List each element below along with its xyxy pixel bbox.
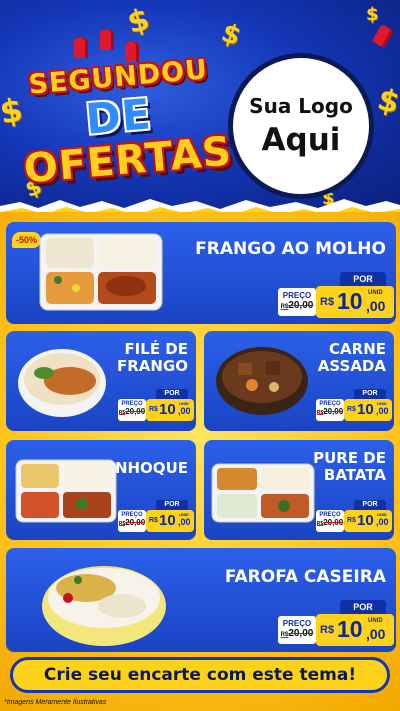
product-name-line: FRANGO AO MOLHO xyxy=(195,239,386,259)
bowl-chicken-fillet-icon xyxy=(18,349,106,417)
product-card-farofa-caseira[interactable]: FAROFA CASEIRA POR PREÇO R$20,00 R$ 10 U… xyxy=(6,548,396,652)
logo-text-line-2: Aqui xyxy=(261,122,341,158)
product-name: PURE DE BATATA xyxy=(313,449,386,485)
dollar-sign-icon: $ xyxy=(366,4,379,25)
old-price: PREÇO R$20,00 xyxy=(278,616,316,644)
logo-text-line-1: Sua Logo xyxy=(249,94,353,118)
new-price: R$ 10 UNID ,00 xyxy=(344,399,392,421)
product-name: FAROFA CASEIRA xyxy=(224,567,386,588)
footnote: *Imagens Meramente Ilustrativas xyxy=(4,699,107,706)
product-card-file-de-frango[interactable]: FILÉ DE FRANGO POR PREÇO R$20,00 R$ 10 U… xyxy=(6,331,196,431)
product-card-carne-assada[interactable]: CARNE ASSADA POR PREÇO R$20,00 R$ 10 UNI… xyxy=(204,331,394,431)
meal-tray-chicken-sauce-icon xyxy=(39,233,163,311)
bowl-roast-beef-icon xyxy=(216,347,308,415)
price-tag: POR PREÇO R$20,00 R$ 10 UNID ,00 xyxy=(316,500,392,534)
price-tag: POR PREÇO R$20,00 R$ 10 UNID ,00 xyxy=(118,500,194,534)
headline-line-3: OFERTAS xyxy=(22,128,234,193)
new-price: R$ 10 UNID ,00 xyxy=(316,614,394,646)
price-tag: POR PREÇO R$20,00 R$ 10 UNID ,00 xyxy=(316,389,392,423)
price-por-label: POR xyxy=(340,600,386,614)
product-name-line: FRANGO xyxy=(116,357,188,376)
product-name: FILÉ DE FRANGO xyxy=(116,340,188,376)
old-price: PREÇO R$20,00 xyxy=(118,399,146,421)
old-price: PREÇO R$20,00 xyxy=(118,510,146,532)
dollar-sign-icon: $ xyxy=(373,81,400,122)
product-name-line: NHOQUE xyxy=(114,459,188,477)
product-card-pure-de-batata[interactable]: PURE DE BATATA POR PREÇO R$20,00 R$ 10 U… xyxy=(204,440,394,540)
old-price: PREÇO R$20,00 xyxy=(316,399,344,421)
new-price: R$ 10 UNID ,00 xyxy=(146,510,194,532)
price-tag: POR PREÇO R$20,00 R$ 10 UNID ,00 xyxy=(278,272,394,320)
dollar-sign-icon: $ xyxy=(217,17,245,53)
siren-icon xyxy=(371,23,395,49)
price-por-label: POR xyxy=(354,389,386,399)
product-card-nhoque[interactable]: NHOQUE POR PREÇO R$20,00 R$ 10 UNID ,00 xyxy=(6,440,196,540)
product-name-line: BATATA xyxy=(323,466,386,485)
header-banner: $ $ $ $ $ $ $ SEGUNDOU DE OFERTAS Sua Lo… xyxy=(0,0,400,215)
new-price: R$ 10 UNID ,00 xyxy=(344,510,392,532)
product-name: CARNE ASSADA xyxy=(317,340,386,376)
product-name-line: ASSADA xyxy=(317,357,386,376)
product-name-line: FILÉ DE xyxy=(124,340,188,358)
logo-placeholder[interactable]: Sua Logo Aqui xyxy=(228,53,374,199)
meal-tray-gnocchi-icon xyxy=(15,459,117,523)
bowl-farofa-icon xyxy=(42,566,166,646)
price-por-label: POR xyxy=(340,272,386,286)
new-price: R$ 10 UNID ,00 xyxy=(146,399,194,421)
price-por-label: POR xyxy=(156,500,188,510)
cta-banner[interactable]: Crie seu encarte com este tema! xyxy=(10,657,390,693)
new-price: R$ 10 UNID ,00 xyxy=(316,286,394,318)
price-tag: POR PREÇO R$20,00 R$ 10 UNID ,00 xyxy=(118,389,194,423)
headline: SEGUNDOU DE OFERTAS xyxy=(14,36,234,203)
product-name: NHOQUE xyxy=(114,459,188,477)
price-tag: POR PREÇO R$20,00 R$ 10 UNID ,00 xyxy=(278,600,394,648)
product-name-line: PURE DE xyxy=(313,449,386,467)
old-price: PREÇO R$20,00 xyxy=(316,510,344,532)
price-por-label: POR xyxy=(354,500,386,510)
price-por-label: POR xyxy=(156,389,188,399)
product-name: FRANGO AO MOLHO xyxy=(195,239,386,260)
meal-tray-mashed-potato-icon xyxy=(211,463,315,523)
dollar-sign-icon: $ xyxy=(123,1,154,42)
product-card-frango-ao-molho[interactable]: -50% FRANGO AO MOLHO POR PREÇO R$20,00 R… xyxy=(6,222,396,324)
product-name-line: CARNE xyxy=(329,340,386,358)
product-name-line: FAROFA CASEIRA xyxy=(224,567,386,587)
old-price: PREÇO R$20,00 xyxy=(278,288,316,316)
